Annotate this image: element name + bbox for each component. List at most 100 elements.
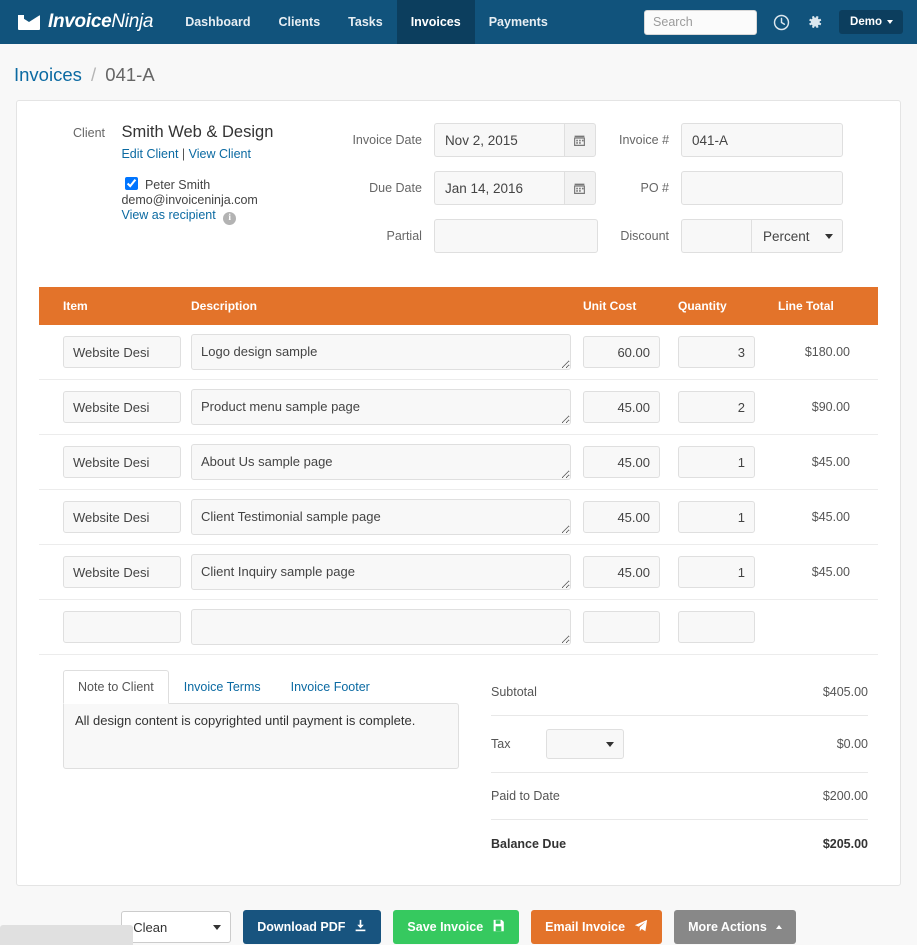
table-row: $90.00 xyxy=(39,379,878,435)
unit-cost-input[interactable] xyxy=(583,556,660,588)
brand-text: InvoiceNinja xyxy=(48,11,153,33)
item-input[interactable] xyxy=(63,611,181,643)
item-input[interactable] xyxy=(63,336,181,368)
unit-cost-input[interactable] xyxy=(583,446,660,478)
account-dropdown-button[interactable]: Demo xyxy=(839,10,903,34)
nav-item-invoices[interactable]: Invoices xyxy=(396,0,475,44)
breadcrumb: Invoices / 041-A xyxy=(0,44,917,100)
nav-item-tasks[interactable]: Tasks xyxy=(334,0,397,44)
cell-item xyxy=(63,379,191,435)
invoice-header-grid: Client Smith Web & Design Edit Client | … xyxy=(39,123,878,281)
unit-cost-input[interactable] xyxy=(583,391,660,423)
search-input[interactable] xyxy=(644,9,758,35)
navbar-right: Demo xyxy=(644,0,917,44)
edit-client-link[interactable]: Edit Client xyxy=(121,147,178,161)
info-icon[interactable]: i xyxy=(223,212,237,225)
nav-item-payments[interactable]: Payments xyxy=(475,0,562,44)
account-label: Demo xyxy=(850,16,882,28)
view-as-recipient-link[interactable]: View as recipient xyxy=(121,208,215,222)
paid-to-date-row: Paid to Date $200.00 xyxy=(491,773,868,820)
item-input[interactable] xyxy=(63,391,181,423)
po-number-input[interactable] xyxy=(681,171,844,205)
quantity-input[interactable] xyxy=(678,391,755,423)
column-header-description: Description xyxy=(191,287,583,325)
invoice-date-input[interactable] xyxy=(433,123,564,157)
view-client-link[interactable]: View Client xyxy=(189,147,251,161)
save-invoice-button[interactable]: Save Invoice xyxy=(393,910,520,944)
discount-input[interactable] xyxy=(681,219,752,253)
breadcrumb-invoices-link[interactable]: Invoices xyxy=(14,64,82,85)
cell-item xyxy=(63,325,191,380)
breadcrumb-separator: / xyxy=(91,64,97,85)
calendar-icon[interactable] xyxy=(563,171,596,205)
cell-item xyxy=(63,434,191,490)
row-spacer xyxy=(39,599,63,655)
more-actions-button[interactable]: More Actions xyxy=(674,910,796,944)
notes-textarea[interactable]: All design content is copyrighted until … xyxy=(63,703,459,769)
invoice-number-label: Invoice # xyxy=(618,133,670,147)
cell-quantity xyxy=(678,379,766,435)
column-header-line-total: Line Total xyxy=(766,287,878,325)
table-header-row: Item Description Unit Cost Quantity Line… xyxy=(39,287,878,325)
brand-light: Ninja xyxy=(111,11,154,32)
notes-and-totals: Note to Client Invoice Terms Invoice Foo… xyxy=(39,669,878,867)
contact-checkbox[interactable] xyxy=(125,177,139,190)
tab-note-to-client[interactable]: Note to Client xyxy=(63,670,169,704)
table-row: $45.00 xyxy=(39,544,878,600)
download-pdf-button[interactable]: Download PDF xyxy=(243,910,382,944)
discount-type-select[interactable]: Percent xyxy=(751,219,844,253)
quantity-input[interactable] xyxy=(678,336,755,368)
table-row: $180.00 xyxy=(39,325,878,380)
tab-invoice-terms[interactable]: Invoice Terms xyxy=(169,670,276,704)
line-total-value: $45.00 xyxy=(766,434,878,490)
nav-item-clients[interactable]: Clients xyxy=(264,0,334,44)
download-icon xyxy=(354,919,367,935)
email-invoice-label: Email Invoice xyxy=(545,920,626,934)
row-spacer xyxy=(39,325,63,380)
brand-logo[interactable]: InvoiceNinja xyxy=(0,0,171,44)
item-input[interactable] xyxy=(63,501,181,533)
balance-due-row: Balance Due $205.00 xyxy=(491,820,868,867)
cell-unit-cost xyxy=(583,489,678,545)
cell-description xyxy=(191,325,583,380)
description-textarea[interactable] xyxy=(191,334,571,370)
invoice-design-select[interactable]: Clean xyxy=(121,911,232,943)
description-textarea[interactable] xyxy=(191,554,571,590)
tax-rate-select[interactable] xyxy=(546,729,625,759)
quantity-input[interactable] xyxy=(678,556,755,588)
item-input[interactable] xyxy=(63,556,181,588)
column-header-item: Item xyxy=(63,287,191,325)
description-textarea[interactable] xyxy=(191,389,571,425)
description-textarea[interactable] xyxy=(191,609,571,645)
unit-cost-input[interactable] xyxy=(583,611,660,643)
email-invoice-button[interactable]: Email Invoice xyxy=(531,910,663,944)
row-spacer xyxy=(39,544,63,600)
client-details: Smith Web & Design Edit Client | View Cl… xyxy=(121,123,273,225)
quantity-input[interactable] xyxy=(678,501,755,533)
cell-unit-cost xyxy=(583,599,678,655)
description-textarea[interactable] xyxy=(191,499,571,535)
calendar-icon[interactable] xyxy=(563,123,596,157)
table-row: $45.00 xyxy=(39,434,878,490)
due-date-input[interactable] xyxy=(433,171,564,205)
header-spacer xyxy=(39,287,63,325)
clock-icon[interactable] xyxy=(771,12,791,32)
floppy-disk-icon xyxy=(492,919,505,935)
line-total-value: $90.00 xyxy=(766,379,878,435)
cell-description xyxy=(191,489,583,545)
quantity-input[interactable] xyxy=(678,446,755,478)
download-bar-stub[interactable] xyxy=(0,925,133,945)
cell-quantity xyxy=(678,489,766,545)
invoice-number-input[interactable] xyxy=(681,123,844,157)
unit-cost-input[interactable] xyxy=(583,501,660,533)
gear-icon[interactable] xyxy=(805,12,825,32)
unit-cost-input[interactable] xyxy=(583,336,660,368)
item-input[interactable] xyxy=(63,446,181,478)
tab-invoice-footer[interactable]: Invoice Footer xyxy=(276,670,385,704)
nav-item-dashboard[interactable]: Dashboard xyxy=(171,0,264,44)
cell-unit-cost xyxy=(583,379,678,435)
partial-input[interactable] xyxy=(433,219,598,253)
tax-row: Tax $0.00 xyxy=(491,716,868,773)
description-textarea[interactable] xyxy=(191,444,571,480)
quantity-input[interactable] xyxy=(678,611,755,643)
